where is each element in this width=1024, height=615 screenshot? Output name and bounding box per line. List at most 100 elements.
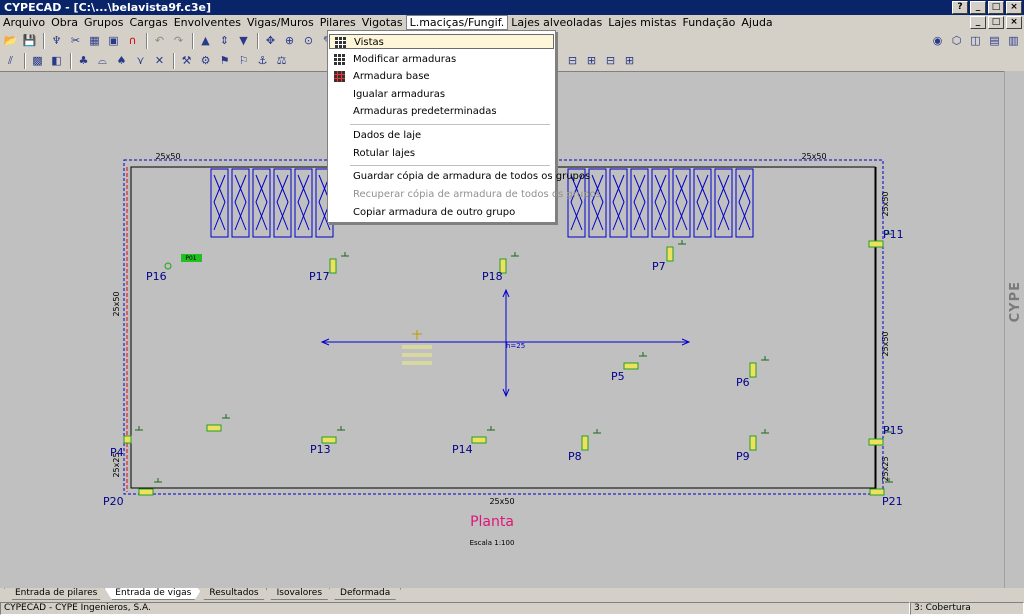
slab-icon[interactable]: ⌓ xyxy=(94,52,111,69)
rebar-tool-e-icon[interactable]: ⊞ xyxy=(583,52,600,69)
magnet-icon[interactable]: ∩ xyxy=(124,32,141,49)
pillar-detail-mark xyxy=(511,252,519,257)
zoom-icon[interactable]: ⊙ xyxy=(300,32,317,49)
rebar-edit-icon[interactable]: ⚙ xyxy=(197,52,214,69)
joist-cell xyxy=(252,168,271,238)
level-up-icon[interactable]: ▲ xyxy=(197,32,214,49)
menu-ajuda[interactable]: Ajuda xyxy=(738,15,775,30)
menu-item-vistas[interactable]: Vistas xyxy=(329,34,554,49)
rebar-icon[interactable]: ⚒ xyxy=(178,52,195,69)
redo-icon[interactable]: ↷ xyxy=(170,32,187,49)
joist-cell xyxy=(273,168,292,238)
menu-item-rotular-lajes[interactable]: Rotular lajes xyxy=(329,146,554,161)
menu-pilares[interactable]: Pilares xyxy=(317,15,359,30)
rebar-tool-g-icon[interactable]: ⊞ xyxy=(621,52,638,69)
building-icon[interactable]: ▩ xyxy=(29,52,46,69)
menu-lajes-mistas[interactable]: Lajes mistas xyxy=(605,15,679,30)
3d-view-icon[interactable]: ⬡ xyxy=(948,32,965,49)
menu-arquivo[interactable]: Arquivo xyxy=(0,15,48,30)
tools-icon[interactable]: ✂ xyxy=(67,32,84,49)
undo-icon[interactable]: ↶ xyxy=(151,32,168,49)
rebar-view-icon[interactable]: ⚖ xyxy=(273,52,290,69)
joist-cell xyxy=(630,168,649,238)
pillar-marker[interactable] xyxy=(666,246,674,262)
menu-grupos[interactable]: Grupos xyxy=(81,15,126,30)
view-tabs: Entrada de pilares Entrada de vigas Resu… xyxy=(0,588,1024,601)
plan-view-icon[interactable]: ▤ xyxy=(986,32,1003,49)
doc-restore-button[interactable]: □ xyxy=(988,16,1004,29)
tab-entrada-vigas[interactable]: Entrada de vigas xyxy=(104,588,203,600)
open-file-icon[interactable]: 📂 xyxy=(2,32,19,49)
maximize-button[interactable]: □ xyxy=(988,1,1004,14)
rebar-delete-icon[interactable]: ⚓ xyxy=(254,52,271,69)
minimize-button[interactable]: _ xyxy=(970,1,986,14)
menu-item-armadura-base[interactable]: Armadura base xyxy=(329,69,554,84)
pillar-p01[interactable]: P01 xyxy=(164,254,202,270)
menu-item-label: Rotular lajes xyxy=(353,148,416,159)
pillar-marker[interactable] xyxy=(749,435,757,451)
pillar-marker[interactable] xyxy=(206,424,222,432)
tab-entrada-pilares[interactable]: Entrada de pilares xyxy=(4,588,109,600)
tab-resultados[interactable]: Resultados xyxy=(198,588,270,600)
pillar-marker[interactable] xyxy=(329,258,337,274)
tab-isovalores[interactable]: Isovalores xyxy=(265,588,334,600)
joist-cell xyxy=(231,168,250,238)
menu-cargas[interactable]: Cargas xyxy=(126,15,170,30)
beam-icon[interactable]: ⫽ xyxy=(2,52,19,69)
menu-item-igualar-armaduras[interactable]: Igualar armaduras xyxy=(329,87,554,102)
cype-logo: CYPE xyxy=(1008,281,1023,323)
pillar-marker[interactable] xyxy=(623,362,639,370)
cross-icon[interactable]: ✕ xyxy=(151,52,168,69)
menu-fundacao[interactable]: Fundação xyxy=(679,15,738,30)
pillar-marker[interactable] xyxy=(749,362,757,378)
doc-close-button[interactable]: × xyxy=(1006,16,1022,29)
pillar-marker[interactable] xyxy=(138,488,154,496)
close-button[interactable]: × xyxy=(1006,1,1022,14)
bell-icon[interactable]: ♣ xyxy=(75,52,92,69)
load-icon[interactable]: ⋎ xyxy=(132,52,149,69)
menu-lajes-macicas[interactable]: L.maciças/Fungif. xyxy=(405,15,509,30)
zoom-window-icon[interactable]: ⊕ xyxy=(281,32,298,49)
menu-lajes-alveoladas[interactable]: Lajes alveoladas xyxy=(508,15,605,30)
pillar-markers[interactable] xyxy=(123,230,893,496)
level-down-icon[interactable]: ▼ xyxy=(235,32,252,49)
rebar-tool-d-icon[interactable]: ⊟ xyxy=(564,52,581,69)
pillar-label-p13: P13 xyxy=(310,443,331,456)
pillar-marker[interactable] xyxy=(868,438,884,446)
layers-icon[interactable]: ◫ xyxy=(967,32,984,49)
structure-icon[interactable]: ♆ xyxy=(48,32,65,49)
pillar-marker[interactable] xyxy=(581,435,589,451)
menu-obra[interactable]: Obra xyxy=(48,15,81,30)
toolbar-separator xyxy=(43,32,45,49)
menu-vigas-muros[interactable]: Vigas/Muros xyxy=(244,15,317,30)
menu-envolventes[interactable]: Envolventes xyxy=(171,15,244,30)
menu-item-label: Modificar armaduras xyxy=(353,54,457,65)
pillar-marker[interactable] xyxy=(123,435,132,444)
rebar-move-icon[interactable]: ⚐ xyxy=(235,52,252,69)
menu-item-copiar-armadura[interactable]: Copiar armadura de outro grupo xyxy=(329,205,554,220)
menu-item-guardar-copia[interactable]: Guardar cópia de armadura de todos os gr… xyxy=(329,169,590,184)
menu-vigotas[interactable]: Vigotas xyxy=(359,15,406,30)
joist-cell xyxy=(294,168,313,238)
globe-icon[interactable]: ◉ xyxy=(929,32,946,49)
pan-icon[interactable]: ✥ xyxy=(262,32,279,49)
cube-icon[interactable]: ◧ xyxy=(48,52,65,69)
help-button[interactable]: ? xyxy=(952,1,968,14)
status-company: CYPECAD - CYPE Ingenieros, S.A. xyxy=(0,602,910,615)
support-icon[interactable]: ♠ xyxy=(113,52,130,69)
menu-item-dados-de-laje[interactable]: Dados de laje xyxy=(329,128,554,143)
menu-item-modificar-armaduras[interactable]: Modificar armaduras xyxy=(329,52,554,67)
rebar-tool-f-icon[interactable]: ⊟ xyxy=(602,52,619,69)
save-icon[interactable]: 💾 xyxy=(21,32,38,49)
tab-deformada[interactable]: Deformada xyxy=(329,588,402,600)
menu-item-armaduras-predeterminadas[interactable]: Armaduras predeterminadas xyxy=(329,104,554,119)
calc-icon[interactable]: ▣ xyxy=(105,32,122,49)
pillar-marker[interactable] xyxy=(471,436,487,444)
calc-settings-icon[interactable]: ▥ xyxy=(1005,32,1022,49)
doc-minimize-button[interactable]: _ xyxy=(970,16,986,29)
joist-hatch xyxy=(213,174,226,231)
rebar-copy-icon[interactable]: ⚑ xyxy=(216,52,233,69)
pillar-marker[interactable] xyxy=(868,240,884,248)
grid-tool-icon[interactable]: ▦ xyxy=(86,32,103,49)
level-select-icon[interactable]: ⇕ xyxy=(216,32,233,49)
